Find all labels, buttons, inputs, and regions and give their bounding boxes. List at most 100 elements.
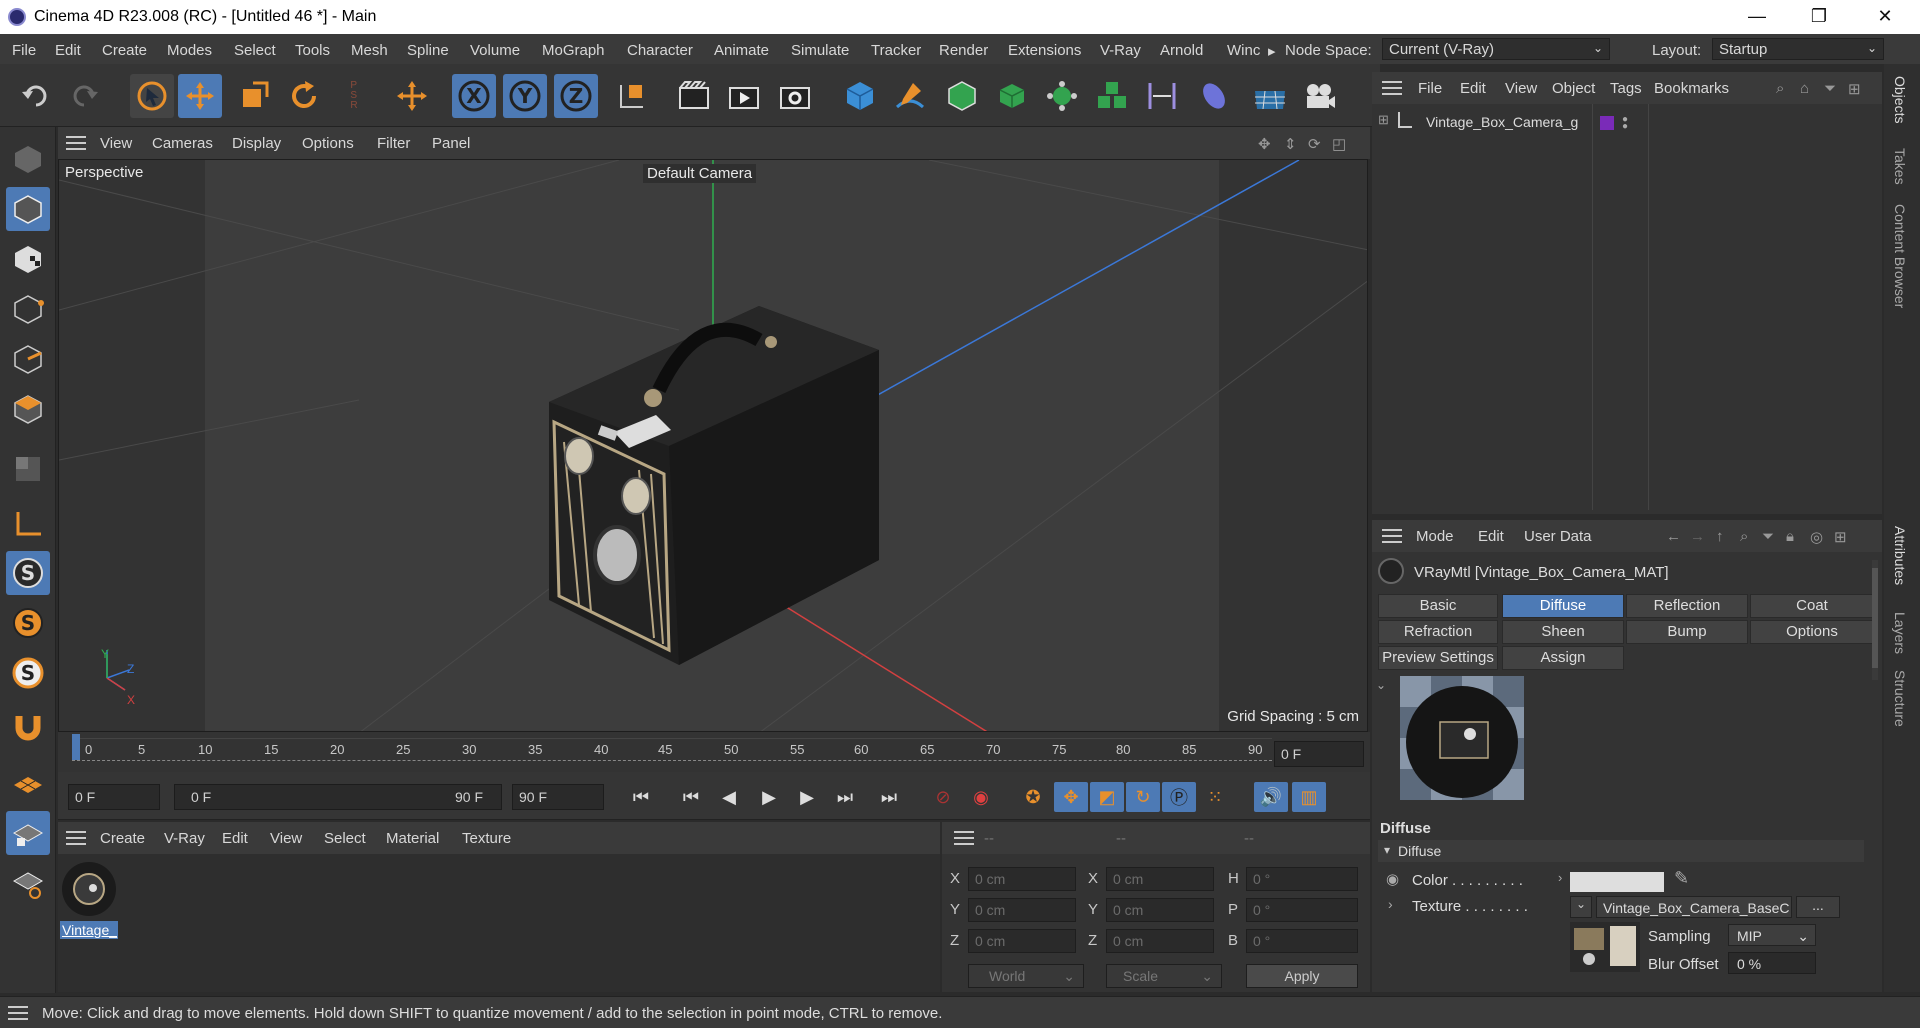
3d-viewport[interactable]: Y Z X Perspective Default Camera Grid Sp… xyxy=(58,159,1368,732)
objects-menu-object[interactable]: Object xyxy=(1552,80,1595,97)
expand-plus-icon[interactable]: ⊞ xyxy=(1378,112,1389,128)
pen-spline-icon[interactable] xyxy=(888,74,932,118)
grid-lock-icon[interactable] xyxy=(6,811,50,855)
viewport-menu-display[interactable]: Display xyxy=(232,135,281,152)
scale-mode-dropdown[interactable]: Scale ⌄ xyxy=(1106,964,1222,988)
rotate-tool-icon[interactable] xyxy=(282,74,326,118)
viewport-move-icon[interactable]: ✥ xyxy=(1258,135,1271,153)
record-keys-icon[interactable]: ⊘ xyxy=(926,782,960,812)
next-key-icon[interactable]: ⏭ xyxy=(828,782,862,812)
menu-select[interactable]: Select xyxy=(234,42,276,59)
y-axis-lock-icon[interactable]: Y xyxy=(503,74,547,118)
viewport-menu-options[interactable]: Options xyxy=(302,135,354,152)
eyedropper-icon[interactable]: ✎ xyxy=(1674,868,1689,889)
z-axis-lock-icon[interactable]: Z xyxy=(554,74,598,118)
viewport-menu-view[interactable]: View xyxy=(100,135,132,152)
tab-preview-settings[interactable]: Preview Settings xyxy=(1378,646,1498,670)
objects-menu-edit[interactable]: Edit xyxy=(1460,80,1486,97)
material-menu-vray[interactable]: V-Ray xyxy=(164,830,205,847)
previous-key-icon[interactable]: ⏮ xyxy=(674,782,708,812)
render-settings-icon[interactable] xyxy=(773,74,817,118)
tab-content-browser[interactable]: Content Browser xyxy=(1892,204,1908,308)
viewport-rotate-icon[interactable]: ⟳ xyxy=(1308,135,1321,153)
menu-edit[interactable]: Edit xyxy=(55,42,81,59)
magnet-icon[interactable] xyxy=(6,705,50,749)
position-x-field[interactable]: 0 cm xyxy=(968,867,1076,891)
move-tool-icon[interactable] xyxy=(178,74,222,118)
tab-refraction[interactable]: Refraction xyxy=(1378,620,1498,644)
cube-primitive-icon[interactable] xyxy=(838,74,882,118)
solo-s-icon[interactable]: S xyxy=(6,601,50,645)
viewport-menu-cameras[interactable]: Cameras xyxy=(152,135,213,152)
redo-icon[interactable] xyxy=(62,74,106,118)
sampling-dropdown[interactable]: MIP ⌄ xyxy=(1728,924,1816,946)
material-menu-texture[interactable]: Texture xyxy=(462,830,511,847)
minimize-button[interactable]: — xyxy=(1734,2,1780,32)
menu-arnold[interactable]: Arnold xyxy=(1160,42,1203,59)
position-key-icon[interactable]: ✥ xyxy=(1054,782,1088,812)
menu-modes[interactable]: Modes xyxy=(167,42,212,59)
blur-offset-field[interactable]: 0 % xyxy=(1728,952,1816,974)
render-view-icon[interactable] xyxy=(672,74,716,118)
apply-button[interactable]: Apply xyxy=(1246,964,1358,988)
make-editable-icon[interactable] xyxy=(6,137,50,181)
parameter-key-icon[interactable]: Ⓟ xyxy=(1162,782,1196,812)
menu-spline[interactable]: Spline xyxy=(407,42,449,59)
autokey-icon[interactable]: ◉ xyxy=(964,782,998,812)
axis-mode-icon[interactable] xyxy=(6,501,50,545)
tab-attributes[interactable]: Attributes xyxy=(1892,526,1908,585)
material-menu-view[interactable]: View xyxy=(270,830,302,847)
new-panel-icon[interactable]: ⊞ xyxy=(1848,80,1861,98)
objects-hamburger-icon[interactable] xyxy=(1382,81,1402,95)
previous-frame-icon[interactable]: ◀ xyxy=(712,782,746,812)
menu-character[interactable]: Character xyxy=(627,42,693,59)
polygon-mode-icon[interactable] xyxy=(6,387,50,431)
attributes-menu-mode[interactable]: Mode xyxy=(1416,528,1454,545)
solo-hierarchy-s-icon[interactable]: S xyxy=(6,651,50,695)
attributes-hamburger-icon[interactable] xyxy=(1382,529,1402,543)
next-frame-icon[interactable]: ▶ xyxy=(790,782,824,812)
tab-reflection[interactable]: Reflection xyxy=(1626,594,1748,618)
undo-icon[interactable] xyxy=(14,74,58,118)
maximize-button[interactable]: ❐ xyxy=(1796,2,1842,32)
scale-tool-icon[interactable] xyxy=(232,74,276,118)
viewport-pan-icon[interactable]: ⇕ xyxy=(1284,135,1297,153)
visibility-dots-icon[interactable]: ● ● xyxy=(1622,115,1628,132)
play-icon[interactable]: ▶ xyxy=(752,782,786,812)
rotation-b-field[interactable]: 0 ° xyxy=(1246,929,1358,953)
tab-structure[interactable]: Structure xyxy=(1892,670,1908,727)
menu-overflow-arrow-icon[interactable]: ▸ xyxy=(1268,42,1276,60)
scale-key-icon[interactable]: ◩ xyxy=(1090,782,1124,812)
objects-menu-view[interactable]: View xyxy=(1505,80,1537,97)
snap-s-icon[interactable]: S xyxy=(6,551,50,595)
texture-expand-chevron-icon[interactable]: › xyxy=(1388,896,1393,912)
material-preview[interactable] xyxy=(1400,676,1524,800)
menu-simulate[interactable]: Simulate xyxy=(791,42,849,59)
menu-extensions[interactable]: Extensions xyxy=(1008,42,1081,59)
live-selection-move-icon[interactable] xyxy=(390,74,434,118)
symmetry-icon[interactable] xyxy=(1140,74,1184,118)
search-icon[interactable]: ⌕ xyxy=(1776,80,1784,97)
color-swatch[interactable] xyxy=(1570,872,1664,892)
menu-window[interactable]: Winc xyxy=(1227,42,1260,59)
rotation-key-icon[interactable]: ↻ xyxy=(1126,782,1160,812)
timeline-ruler[interactable]: 0 5 10 15 20 25 30 35 40 45 50 55 60 65 … xyxy=(58,732,1370,772)
objects-menu-tags[interactable]: Tags xyxy=(1610,80,1642,97)
filter-icon[interactable]: ⏷ xyxy=(1762,528,1774,545)
uv-mode-icon[interactable] xyxy=(6,447,50,491)
current-frame-field[interactable]: 0 F xyxy=(1274,741,1364,767)
material-swatch[interactable]: Vintage_ xyxy=(60,860,118,944)
new-panel-icon[interactable]: ⊞ xyxy=(1834,528,1847,546)
tab-bump[interactable]: Bump xyxy=(1626,620,1748,644)
forward-arrow-icon[interactable]: → xyxy=(1690,528,1705,545)
go-to-start-icon[interactable]: ⏮ xyxy=(624,782,658,812)
go-to-end-icon[interactable]: ⏭ xyxy=(872,782,906,812)
color-expand-chevron-icon[interactable]: › xyxy=(1558,870,1562,885)
viewport-camera-label[interactable]: Default Camera xyxy=(643,164,757,183)
x-axis-lock-icon[interactable]: X xyxy=(452,74,496,118)
psr-icon[interactable]: PSR xyxy=(332,74,376,118)
menu-file[interactable]: File xyxy=(12,42,36,59)
position-z-field[interactable]: 0 cm xyxy=(968,929,1076,953)
node-space-dropdown[interactable]: Current (V-Ray) ⌄ xyxy=(1382,38,1610,60)
workplane-icon[interactable] xyxy=(6,763,50,807)
